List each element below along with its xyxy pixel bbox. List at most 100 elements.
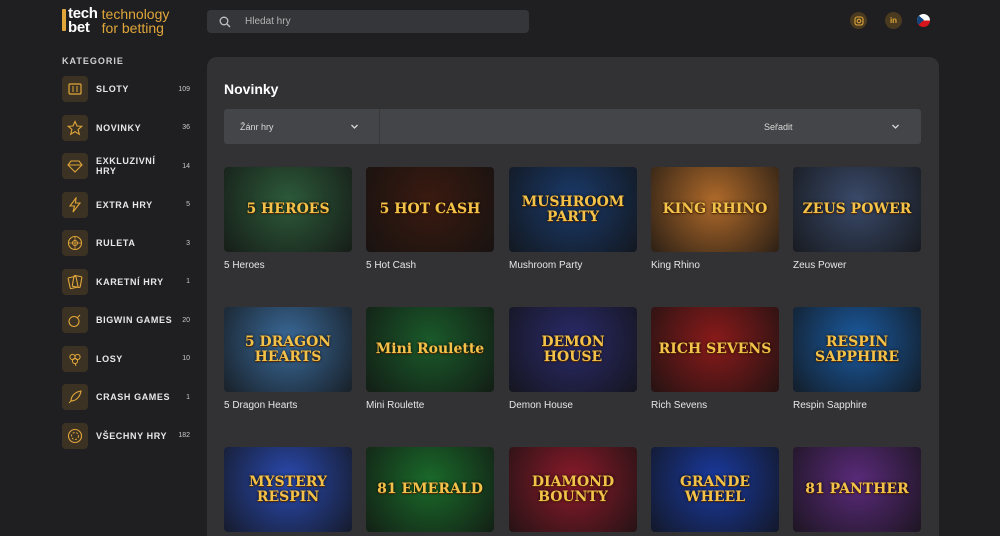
roulette-icon bbox=[62, 230, 88, 256]
logo-bar bbox=[62, 9, 66, 31]
chevron-down-icon bbox=[351, 124, 358, 129]
page-title: Novinky bbox=[224, 81, 279, 97]
category-item-karetni-hry[interactable]: KARETNÍ HRY 1 bbox=[62, 268, 192, 295]
category-list: SLOTY 109 NOVINKY 36 EXKLUZIVNÍ HRY 14 E… bbox=[62, 76, 192, 461]
category-count: 14 bbox=[182, 162, 190, 170]
game-name[interactable]: Mushroom Party bbox=[509, 260, 637, 271]
logo-tagline-2: for betting bbox=[101, 20, 164, 36]
game-thumbnail-title: KING RHINO bbox=[662, 201, 768, 217]
game-card[interactable]: ZEUS POWER Zeus Power bbox=[793, 167, 921, 271]
game-card[interactable]: 5 HOT CASH 5 Hot Cash bbox=[366, 167, 494, 271]
game-card[interactable]: RICH SEVENS Rich Sevens bbox=[651, 307, 779, 411]
game-name[interactable]: King Rhino bbox=[651, 260, 779, 271]
category-label: KARETNÍ HRY bbox=[96, 276, 164, 287]
category-item-novinky[interactable]: NOVINKY 36 bbox=[62, 114, 192, 141]
game-thumbnail[interactable]: DIAMOND BOUNTY bbox=[509, 447, 637, 532]
game-thumbnail[interactable]: 5 HOT CASH bbox=[366, 167, 494, 252]
game-card[interactable]: DIAMOND BOUNTY bbox=[509, 447, 637, 532]
game-thumbnail[interactable]: GRANDE WHEEL bbox=[651, 447, 779, 532]
star-icon bbox=[62, 114, 88, 141]
category-count: 10 bbox=[182, 355, 190, 362]
game-name[interactable]: Demon House bbox=[509, 400, 637, 411]
logo-tagline-1: technology bbox=[101, 6, 170, 22]
category-label: LOSY bbox=[96, 353, 123, 364]
category-count: 20 bbox=[182, 316, 190, 324]
category-count: 3 bbox=[186, 239, 190, 247]
search-icon bbox=[219, 16, 231, 27]
game-name[interactable]: 5 Dragon Hearts bbox=[224, 400, 352, 411]
game-thumbnail[interactable]: ZEUS POWER bbox=[793, 167, 921, 252]
game-name[interactable]: 5 Hot Cash bbox=[366, 260, 494, 271]
slot-machine-icon bbox=[62, 76, 88, 102]
game-thumbnail-title: 5 DRAGON HEARTS bbox=[244, 333, 332, 365]
game-card[interactable]: 5 DRAGON HEARTS 5 Dragon Hearts bbox=[224, 307, 352, 411]
game-name[interactable]: Zeus Power bbox=[793, 260, 921, 271]
genre-dropdown[interactable]: Žánr hry bbox=[224, 109, 380, 144]
clover-icon bbox=[62, 345, 88, 372]
category-label: SLOTY bbox=[96, 84, 130, 94]
lightning-icon bbox=[62, 191, 88, 218]
game-thumbnail-title: DEMON HOUSE bbox=[541, 333, 605, 365]
game-card[interactable]: GRANDE WHEEL bbox=[651, 447, 779, 532]
game-card[interactable]: DEMON HOUSE Demon House bbox=[509, 307, 637, 411]
diamond-icon bbox=[62, 153, 88, 179]
search-bar[interactable] bbox=[207, 10, 529, 33]
game-thumbnail[interactable]: KING RHINO bbox=[651, 167, 779, 252]
search-input[interactable] bbox=[245, 16, 505, 27]
game-thumbnail-title: Mini Roulette bbox=[375, 341, 485, 357]
rocket-icon bbox=[62, 384, 88, 410]
game-thumbnail[interactable]: 81 EMERALD bbox=[366, 447, 494, 532]
game-name[interactable]: 5 Heroes bbox=[224, 260, 352, 271]
game-name[interactable]: Mini Roulette bbox=[366, 400, 494, 411]
chevron-down-icon[interactable] bbox=[891, 122, 900, 131]
game-thumbnail[interactable]: 5 DRAGON HEARTS bbox=[224, 307, 352, 392]
game-thumbnail-title: MUSHROOM PARTY bbox=[521, 193, 625, 225]
game-thumbnail[interactable]: RICH SEVENS bbox=[651, 307, 779, 392]
category-label: NOVINKY bbox=[96, 122, 142, 133]
game-thumbnail[interactable]: 5 HEROES bbox=[224, 167, 352, 252]
genre-dropdown-label: Žánr hry bbox=[240, 121, 274, 132]
category-count: 109 bbox=[178, 85, 190, 93]
game-thumbnail-title: MYSTERY RESPIN bbox=[249, 473, 327, 505]
game-thumbnail[interactable]: DEMON HOUSE bbox=[509, 307, 637, 392]
category-label: BIGWIN GAMES bbox=[96, 315, 173, 325]
bomb-icon bbox=[62, 307, 88, 333]
category-item-bigwin-games[interactable]: BIGWIN GAMES 20 bbox=[62, 307, 192, 333]
category-item-sloty[interactable]: SLOTY 109 bbox=[62, 76, 192, 102]
game-thumbnail[interactable]: RESPIN SAPPHIRE bbox=[793, 307, 921, 392]
category-count: 5 bbox=[186, 201, 190, 208]
game-card[interactable]: Mini Roulette Mini Roulette bbox=[366, 307, 494, 411]
category-item-vsechny-hry[interactable]: VŠECHNY HRY 182 bbox=[62, 422, 192, 449]
category-item-extra-hry[interactable]: EXTRA HRY 5 bbox=[62, 191, 192, 218]
instagram-icon[interactable] bbox=[850, 12, 867, 29]
logo-text-bet: bet bbox=[68, 19, 90, 36]
game-thumbnail[interactable]: MUSHROOM PARTY bbox=[509, 167, 637, 252]
category-item-losy[interactable]: LOSY 10 bbox=[62, 345, 192, 372]
sort-dropdown[interactable]: Seřadit bbox=[764, 109, 793, 144]
game-card[interactable]: 81 PANTHER bbox=[793, 447, 921, 532]
game-card[interactable]: MUSHROOM PARTY Mushroom Party bbox=[509, 167, 637, 271]
czech-flag-icon[interactable] bbox=[917, 14, 930, 27]
game-card[interactable]: KING RHINO King Rhino bbox=[651, 167, 779, 271]
game-card[interactable]: 81 EMERALD bbox=[366, 447, 494, 532]
category-count: 36 bbox=[182, 124, 190, 131]
game-thumbnail-title: 5 HEROES bbox=[246, 201, 330, 217]
game-thumbnail[interactable]: 81 PANTHER bbox=[793, 447, 921, 532]
game-thumbnail-title: RICH SEVENS bbox=[658, 341, 772, 357]
game-card[interactable]: 5 HEROES 5 Heroes bbox=[224, 167, 352, 271]
category-label: RULETA bbox=[96, 238, 136, 248]
linkedin-icon[interactable]: in bbox=[885, 12, 902, 29]
logo[interactable]: tech bet technology for betting bbox=[62, 6, 170, 36]
category-item-exkluzivni-hry[interactable]: EXKLUZIVNÍ HRY 14 bbox=[62, 153, 192, 179]
filter-bar: Žánr hry Seřadit bbox=[224, 109, 921, 144]
game-name[interactable]: Respin Sapphire bbox=[793, 400, 921, 411]
game-thumbnail[interactable]: Mini Roulette bbox=[366, 307, 494, 392]
game-name[interactable]: Rich Sevens bbox=[651, 400, 779, 411]
category-item-ruleta[interactable]: RULETA 3 bbox=[62, 230, 192, 256]
game-card[interactable]: RESPIN SAPPHIRE Respin Sapphire bbox=[793, 307, 921, 411]
game-thumbnail[interactable]: MYSTERY RESPIN bbox=[224, 447, 352, 532]
category-item-crash-games[interactable]: CRASH GAMES 1 bbox=[62, 384, 192, 410]
game-thumbnail-title: 81 EMERALD bbox=[377, 481, 483, 497]
chip-icon bbox=[62, 422, 88, 449]
game-card[interactable]: MYSTERY RESPIN bbox=[224, 447, 352, 532]
